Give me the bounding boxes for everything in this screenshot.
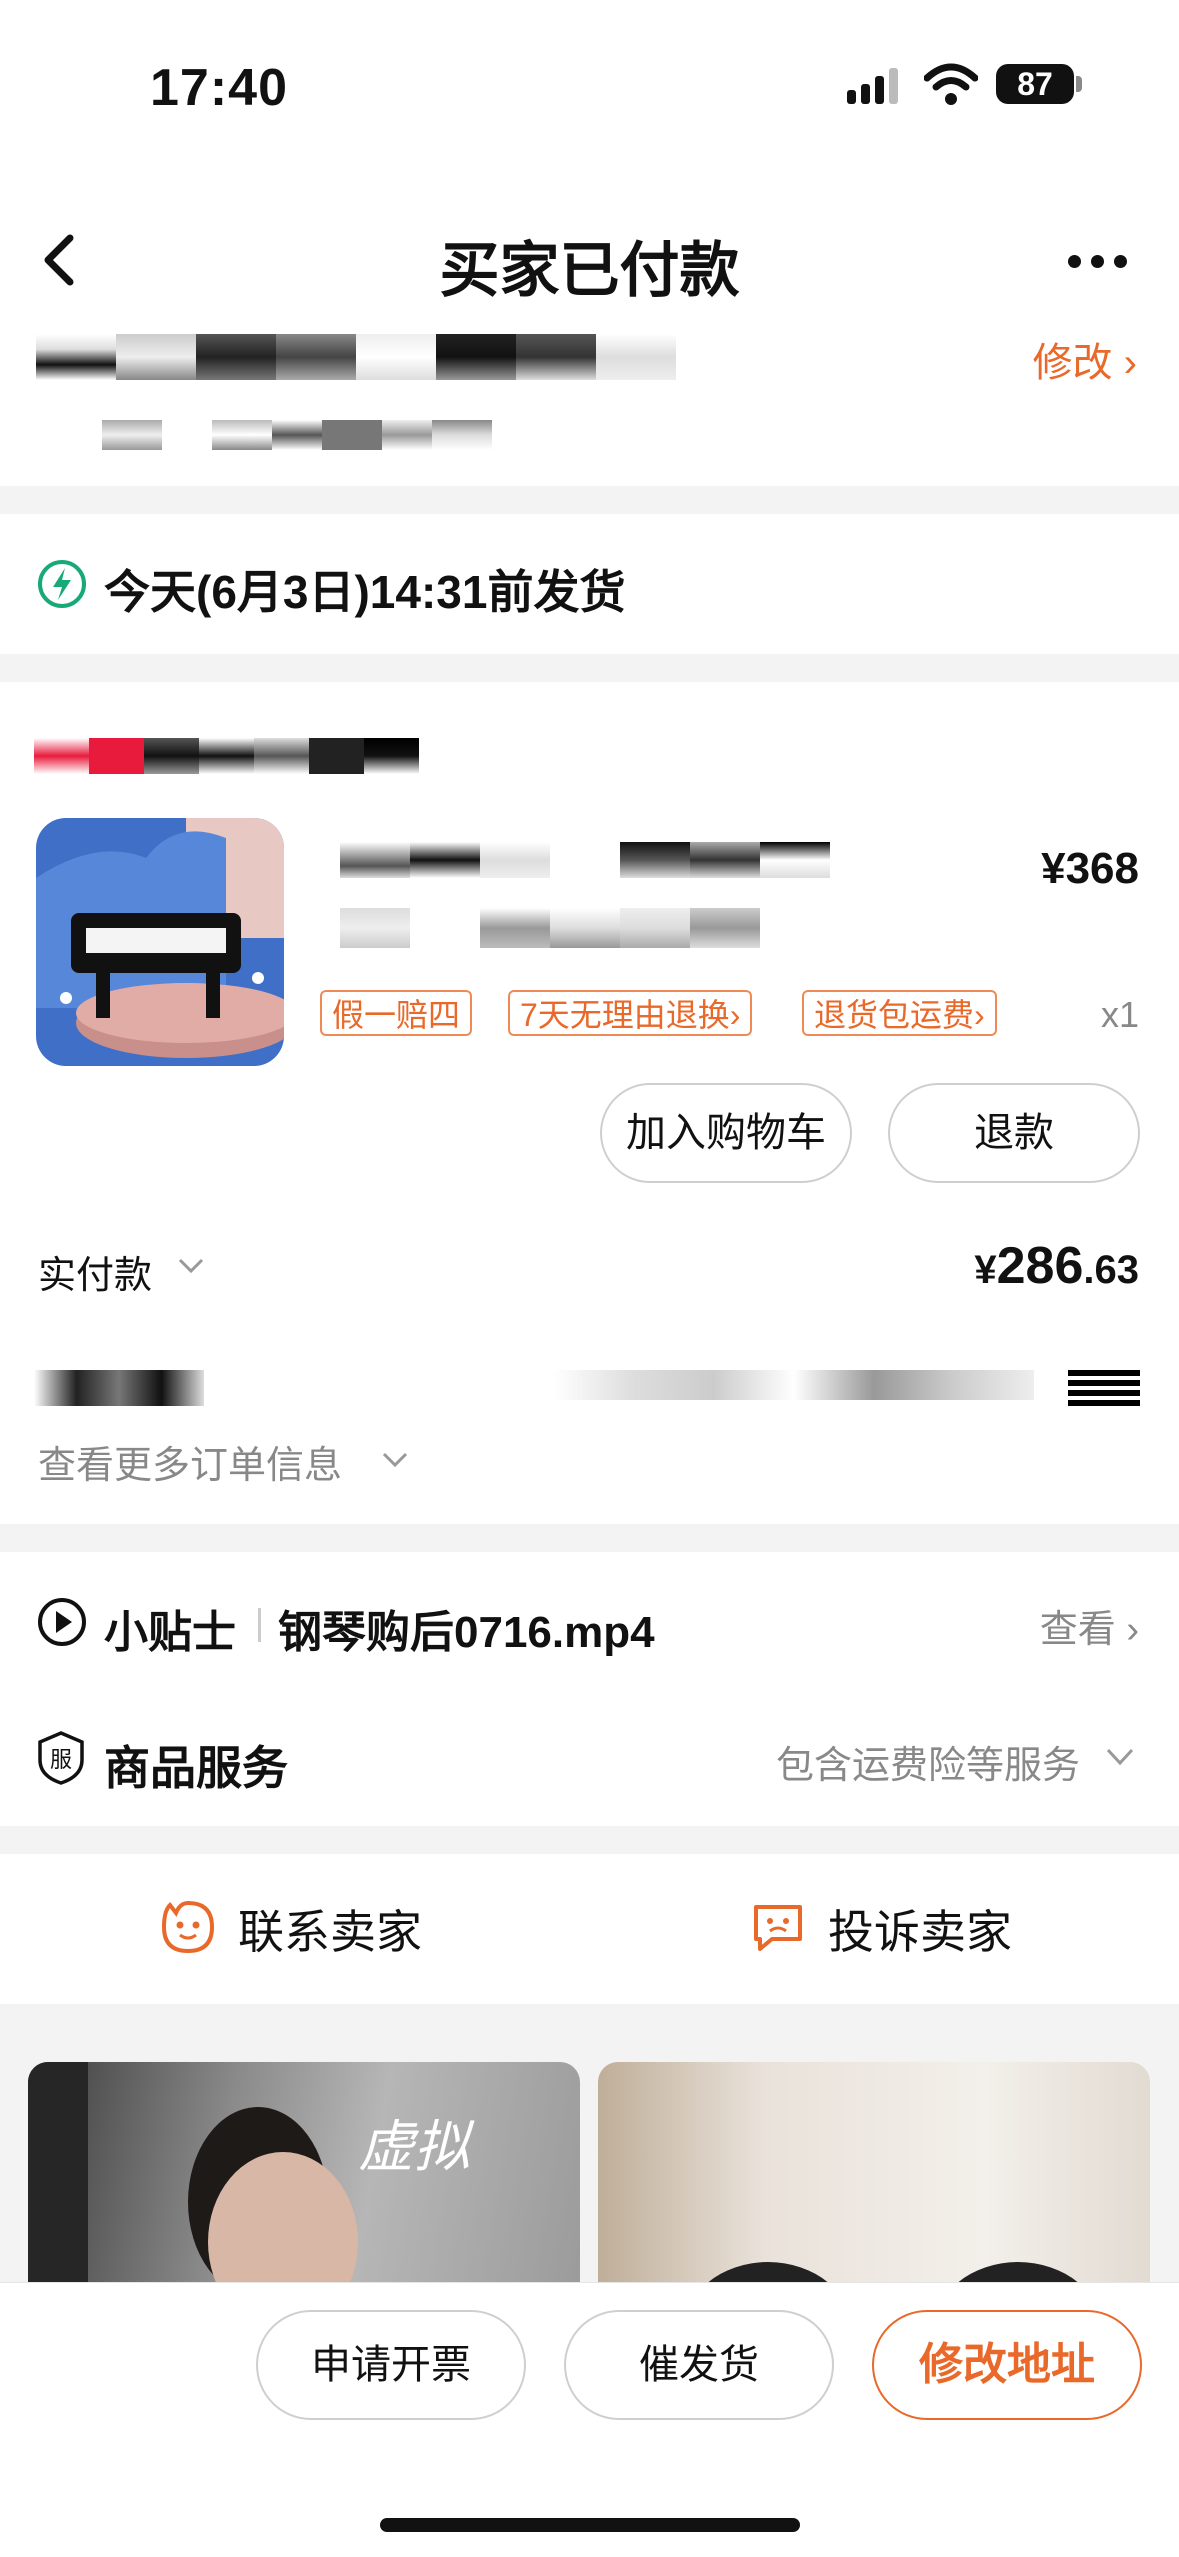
status-time: 17:40 (150, 59, 288, 117)
service-expand-icon[interactable] (1104, 1746, 1136, 1773)
product-thumbnail[interactable] (36, 818, 284, 1066)
shipping-deadline: 今天(6月3日)14:31前发货 (104, 566, 626, 618)
play-video-icon[interactable] (36, 1596, 88, 1653)
order-number-redacted (34, 1370, 1144, 1406)
paid-label[interactable]: 实付款 (38, 1244, 152, 1299)
paid-amount-dec: .63 (1083, 1248, 1139, 1292)
tips-view-link[interactable]: 查看 › (1040, 1598, 1139, 1653)
battery-tip (1076, 76, 1082, 92)
paid-currency: ¥ (974, 1248, 997, 1292)
paid-amount-int: 286 (996, 1237, 1084, 1295)
paid-amount: ¥286.63 (974, 1236, 1139, 1296)
refund-button[interactable]: 退款 (888, 1083, 1140, 1183)
wifi-icon (923, 62, 979, 111)
more-order-info-chevron-icon[interactable] (380, 1450, 410, 1475)
home-indicator (380, 2518, 800, 2532)
page-title: 买家已付款 (439, 237, 740, 304)
paid-expand-icon[interactable] (176, 1256, 206, 1281)
add-to-cart-button[interactable]: 加入购物车 (600, 1083, 852, 1183)
contact-seller-button[interactable]: 联系卖家 (160, 1896, 422, 1962)
tag-free-return-shipping[interactable]: 退货包运费› (802, 990, 997, 1036)
contact-seller-label: 联系卖家 (238, 1906, 422, 1958)
recommend-watermark: 虚拟 (358, 2115, 470, 2180)
signal-icon (845, 66, 903, 111)
edit-address-link[interactable]: 修改 › (1033, 330, 1137, 388)
more-icon[interactable] (1068, 255, 1137, 273)
service-summary[interactable]: 包含运费险等服务 (776, 1734, 1080, 1789)
service-label: 商品服务 (104, 1742, 288, 1794)
address-redacted (36, 334, 676, 450)
lightning-icon (36, 558, 88, 615)
tips-divider (258, 1608, 261, 1642)
complain-seller-button[interactable]: 投诉卖家 (750, 1896, 1012, 1962)
more-order-info-link[interactable]: 查看更多订单信息 (38, 1434, 342, 1489)
smile-chat-icon (160, 1899, 216, 1960)
request-invoice-button[interactable]: 申请开票 (256, 2310, 526, 2420)
tips-video-filename[interactable]: 钢琴购后0716.mp4 (278, 1596, 655, 1660)
modify-address-button[interactable]: 修改地址 (872, 2310, 1142, 2420)
tag-7day-return[interactable]: 7天无理由退换› (508, 990, 753, 1036)
complain-seller-label: 投诉卖家 (828, 1906, 1012, 1958)
shop-name-redacted (34, 738, 419, 774)
tips-label: 小贴士 (104, 1608, 236, 1657)
urge-shipment-button[interactable]: 催发货 (564, 2310, 834, 2420)
product-title-redacted (340, 842, 830, 948)
product-price: ¥368 (1041, 844, 1139, 893)
battery-indicator: 87 (996, 64, 1074, 104)
tag-genuine: 假一赔四 (320, 990, 473, 1036)
svg-text:服: 服 (50, 1748, 72, 1773)
product-quantity: x1 (1100, 994, 1139, 1035)
complaint-chat-icon (750, 1899, 806, 1960)
service-shield-icon: 服 (36, 1730, 86, 1791)
